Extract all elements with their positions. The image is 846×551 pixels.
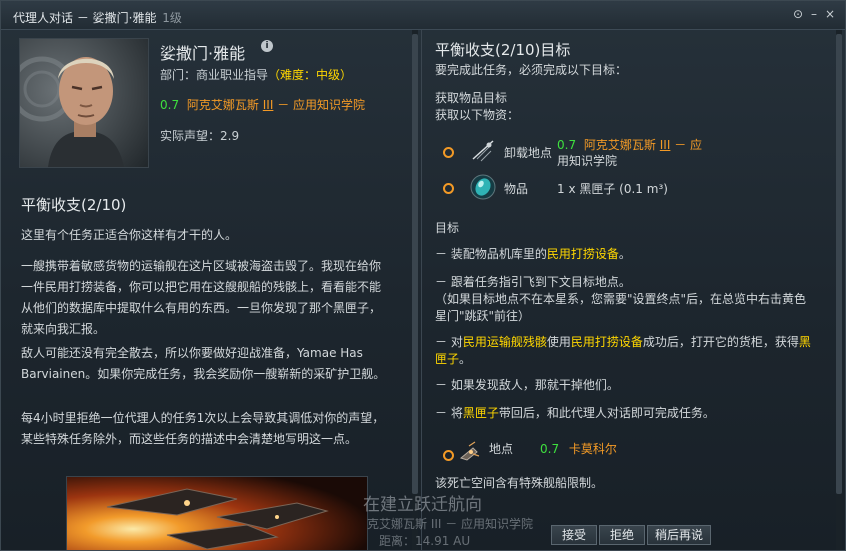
mission-image-graphic [67, 477, 367, 550]
security-status: 0.7 [160, 98, 180, 112]
objective-1-end: 。 [618, 247, 631, 261]
deadspace-location-icon [455, 438, 483, 466]
left-scrollbar-thumb[interactable] [412, 34, 418, 494]
objective-2-text: － 跟着任务指引飞到下文目标地点。 [435, 275, 631, 289]
objective-1: － 装配物品机库里的民用打捞设备。 [435, 246, 815, 263]
minimize-button[interactable]: – [807, 7, 821, 21]
ship-restriction-warning: 该死亡空间含有特殊舰船限制。 [435, 476, 604, 490]
objective-5-highlight: 黑匣子 [462, 406, 499, 420]
dropoff-location-line2[interactable]: 用知识学院 [557, 152, 617, 169]
objective-5: － 将黑匣子带回后，和此代理人对话即可完成任务。 [435, 405, 815, 422]
planet-number: III [262, 98, 274, 112]
mission-title: 平衡收支(2/10) [21, 196, 127, 214]
fetch-objective-subtitle: 获取以下物资： [435, 108, 520, 122]
objective-3-text-c: 成功后，打开它的货柜，获得 [642, 335, 799, 349]
fetch-objective-title: 获取物品目标 [435, 91, 508, 105]
item-label: 物品 [504, 182, 529, 196]
objectives-intro: 要完成此任务，必须完成以下目标： [435, 63, 628, 77]
objective-1-highlight: 民用打捞设备 [546, 247, 619, 261]
title-bar[interactable]: 代理人对话 － 娑撒门·雅能 1级 ⊙ – × [1, 1, 845, 30]
objective-1-text: － 装配物品机库里的 [435, 247, 547, 261]
goal-title: 目标 [435, 221, 460, 235]
objective-2: － 跟着任务指引飞到下文目标地点。 （如果目标地点不在本星系，您需要"设置终点"… [435, 274, 815, 325]
objective-4: － 如果发现敌人，那就干掉他们。 [435, 378, 619, 392]
location-label: 地点 [489, 442, 514, 456]
window-title-text: 代理人对话 － 娑撒门·雅能 [13, 11, 157, 25]
objectives-pane: 平衡收支(2/10)目标 要完成此任务，必须完成以下目标： 获取物品目标 获取以… [423, 30, 845, 550]
later-button[interactable]: 稍后再说 [647, 525, 711, 545]
mission-paragraph-1: 这里有个任务正适合你这样有才干的人。 [21, 228, 238, 242]
item-value: 1 x 黑匣子 (0.1 m³) [557, 182, 668, 196]
agent-level: 1级 [162, 11, 182, 25]
objective-5-text-a: － 将 [435, 406, 463, 420]
agent-portrait[interactable] [19, 38, 149, 168]
dropoff-planet: III [659, 138, 671, 152]
objective-3-highlight-salvager: 民用打捞设备 [570, 335, 643, 349]
location-bullet-icon [443, 450, 454, 461]
agent-portrait-image [20, 39, 148, 167]
mission-paragraph-3: 敌人可能还没有完全散去，所以你要做好迎战准备，Yamae Has Barviai… [21, 346, 386, 381]
right-scrollbar-thumb[interactable] [836, 34, 842, 494]
system-name: 阿克艾娜瓦斯 [186, 98, 259, 112]
accept-button[interactable]: 接受 [551, 525, 597, 545]
mission-image [66, 476, 368, 550]
agent-department: 部门：商业职业指导（难度：中级） [160, 66, 352, 83]
mission-location-link[interactable]: 卡莫科尔 [569, 442, 617, 456]
station-name: － 应用知识学院 [277, 98, 366, 112]
settings-icon[interactable]: ⊙ [791, 7, 805, 21]
dropoff-location-icon [469, 137, 497, 165]
objective-3-end: 。 [459, 352, 472, 366]
mission-location: 0.7 卡莫科尔 [540, 440, 617, 457]
mission-paragraph-4: 每4小时里拒绝一位代理人的任务1次以上会导致其调低对你的声望，某些特殊任务除外，… [21, 411, 385, 446]
item-bullet-icon [443, 183, 454, 194]
objective-2-note: （如果目标地点不在本星系，您需要"设置终点"后，在总览中右击黄色星门"跳跃"前往… [435, 292, 807, 323]
objective-3-text-a: － 对 [435, 335, 463, 349]
department-label: 部门：商业职业指导 [160, 68, 269, 82]
effective-standing: 实际声望：2.9 [160, 129, 240, 143]
dropoff-location-link[interactable]: 阿克艾娜瓦斯 III － 应 [584, 138, 702, 152]
difficulty-label: （难度：中级） [268, 68, 353, 82]
black-box-item-icon[interactable] [469, 173, 497, 201]
dropoff-location-line1: 0.7 阿克艾娜瓦斯 III － 应 [557, 136, 702, 153]
agent-briefing-pane: 娑撒门·雅能 i 部门：商业职业指导（难度：中级） 0.7 阿克艾娜瓦斯 III… [1, 30, 422, 550]
dropoff-station-part: － 应 [674, 138, 703, 152]
dropoff-label: 卸载地点 [504, 146, 553, 160]
dropoff-system: 阿克艾娜瓦斯 [583, 138, 656, 152]
location-link[interactable]: 阿克艾娜瓦斯 III － 应用知识学院 [187, 98, 365, 112]
agent-name: 娑撒门·雅能 [160, 44, 246, 63]
dropoff-security: 0.7 [557, 138, 577, 152]
objective-3-highlight-wreck: 民用运输舰残骸 [462, 335, 547, 349]
objective-5-text-b: 带回后，和此代理人对话即可完成任务。 [498, 406, 715, 420]
agent-location: 0.7 阿克艾娜瓦斯 III － 应用知识学院 [160, 96, 365, 113]
objective-3: － 对民用运输舰残骸使用民用打捞设备成功后，打开它的货柜，获得黑匣子。 [435, 334, 815, 368]
mission-paragraph-2: 一艘携带着敏感货物的运输舰在这片区域被海盗击毁了。我现在给你一件民用打捞装备，你… [21, 259, 382, 336]
objective-3-text-b: 使用 [546, 335, 571, 349]
agent-conversation-window: 代理人对话 － 娑撒门·雅能 1级 ⊙ – × 娑撒门·雅能 i 部门：商业职业… [0, 0, 846, 551]
objectives-title: 平衡收支(2/10)目标 [435, 41, 571, 59]
mission-location-security: 0.7 [540, 442, 560, 456]
decline-button[interactable]: 拒绝 [599, 525, 645, 545]
info-icon[interactable]: i [261, 40, 273, 52]
window-title: 代理人对话 － 娑撒门·雅能 1级 [13, 9, 182, 26]
close-button[interactable]: × [823, 7, 837, 21]
dropoff-bullet-icon [443, 147, 454, 158]
